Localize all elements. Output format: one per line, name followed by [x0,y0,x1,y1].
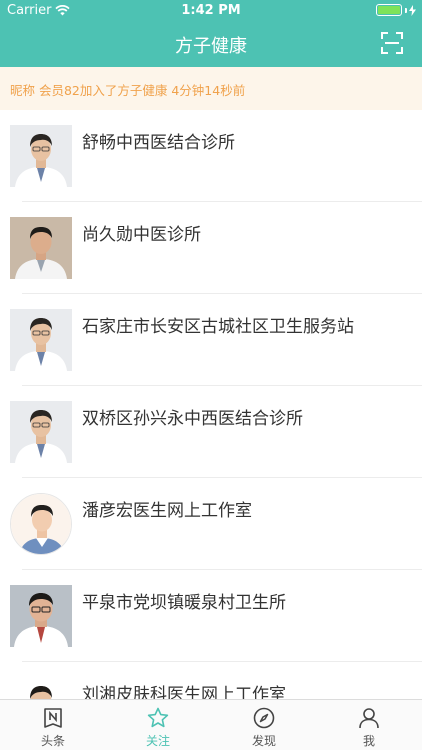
clinic-name: 平泉市党坝镇暖泉村卫生所 [82,593,286,613]
battery-icon [376,4,402,16]
tab-discover[interactable]: 发现 [211,700,317,750]
clinic-name: 双桥区孙兴永中西医结合诊所 [82,409,303,429]
clinic-name: 潘彦宏医生网上工作室 [82,501,252,521]
clinic-list-item[interactable]: 平泉市党坝镇暖泉村卫生所 [0,570,422,662]
news-icon [44,708,62,728]
tab-bar: 头条 关注 发现 我 [0,699,422,750]
tab-follow[interactable]: 关注 [105,700,211,750]
clinic-list: 舒畅中西医结合诊所 尚久勋中医诊所 石家庄市长安区古城社区卫生服务站 双桥区孙兴… [0,110,422,699]
clinic-name: 石家庄市长安区古城社区卫生服务站 [82,317,354,337]
clinic-avatar [10,677,72,699]
status-bar: Carrier 1:42 PM [0,0,422,22]
clinic-list-item[interactable]: 刘湘皮肤科医生网上工作室 [0,662,422,699]
clinic-list-item[interactable]: 双桥区孙兴永中西医结合诊所 [0,386,422,478]
status-time: 1:42 PM [181,3,241,18]
battery-group [376,4,416,16]
clinic-avatar [10,401,72,463]
tab-me-label: 我 [362,734,375,748]
clinic-list-item[interactable]: 尚久勋中医诊所 [0,202,422,294]
clinic-name: 舒畅中西医结合诊所 [82,133,235,153]
tab-news[interactable]: 头条 [0,700,106,750]
app-header: Carrier 1:42 PM 方子健康 [0,0,422,67]
clinic-avatar [10,493,72,555]
clinic-avatar [10,125,72,187]
tab-discover-label: 发现 [251,734,276,748]
tab-follow-label: 关注 [145,734,170,748]
clinic-list-item[interactable]: 舒畅中西医结合诊所 [0,110,422,202]
clinic-list-item[interactable]: 石家庄市长安区古城社区卫生服务站 [0,294,422,386]
join-notice-text: 昵称 会员82加入了方子健康 4分钟14秒前 [10,83,246,98]
tab-me[interactable]: 我 [316,700,422,750]
clinic-avatar [10,217,72,279]
join-notice-bar: 昵称 会员82加入了方子健康 4分钟14秒前 [0,67,422,110]
clinic-name: 刘湘皮肤科医生网上工作室 [82,685,286,699]
charging-icon [409,4,416,16]
page-title: 方子健康 [175,36,247,57]
clinic-avatar [10,309,72,371]
scan-icon[interactable] [380,31,404,55]
clinic-avatar [10,585,72,647]
person-icon [359,708,379,729]
clinic-list-item[interactable]: 潘彦宏医生网上工作室 [0,478,422,570]
tab-news-label: 头条 [40,734,65,748]
star-icon [147,707,169,728]
clinic-name: 尚久勋中医诊所 [82,225,201,245]
compass-icon [253,707,275,729]
